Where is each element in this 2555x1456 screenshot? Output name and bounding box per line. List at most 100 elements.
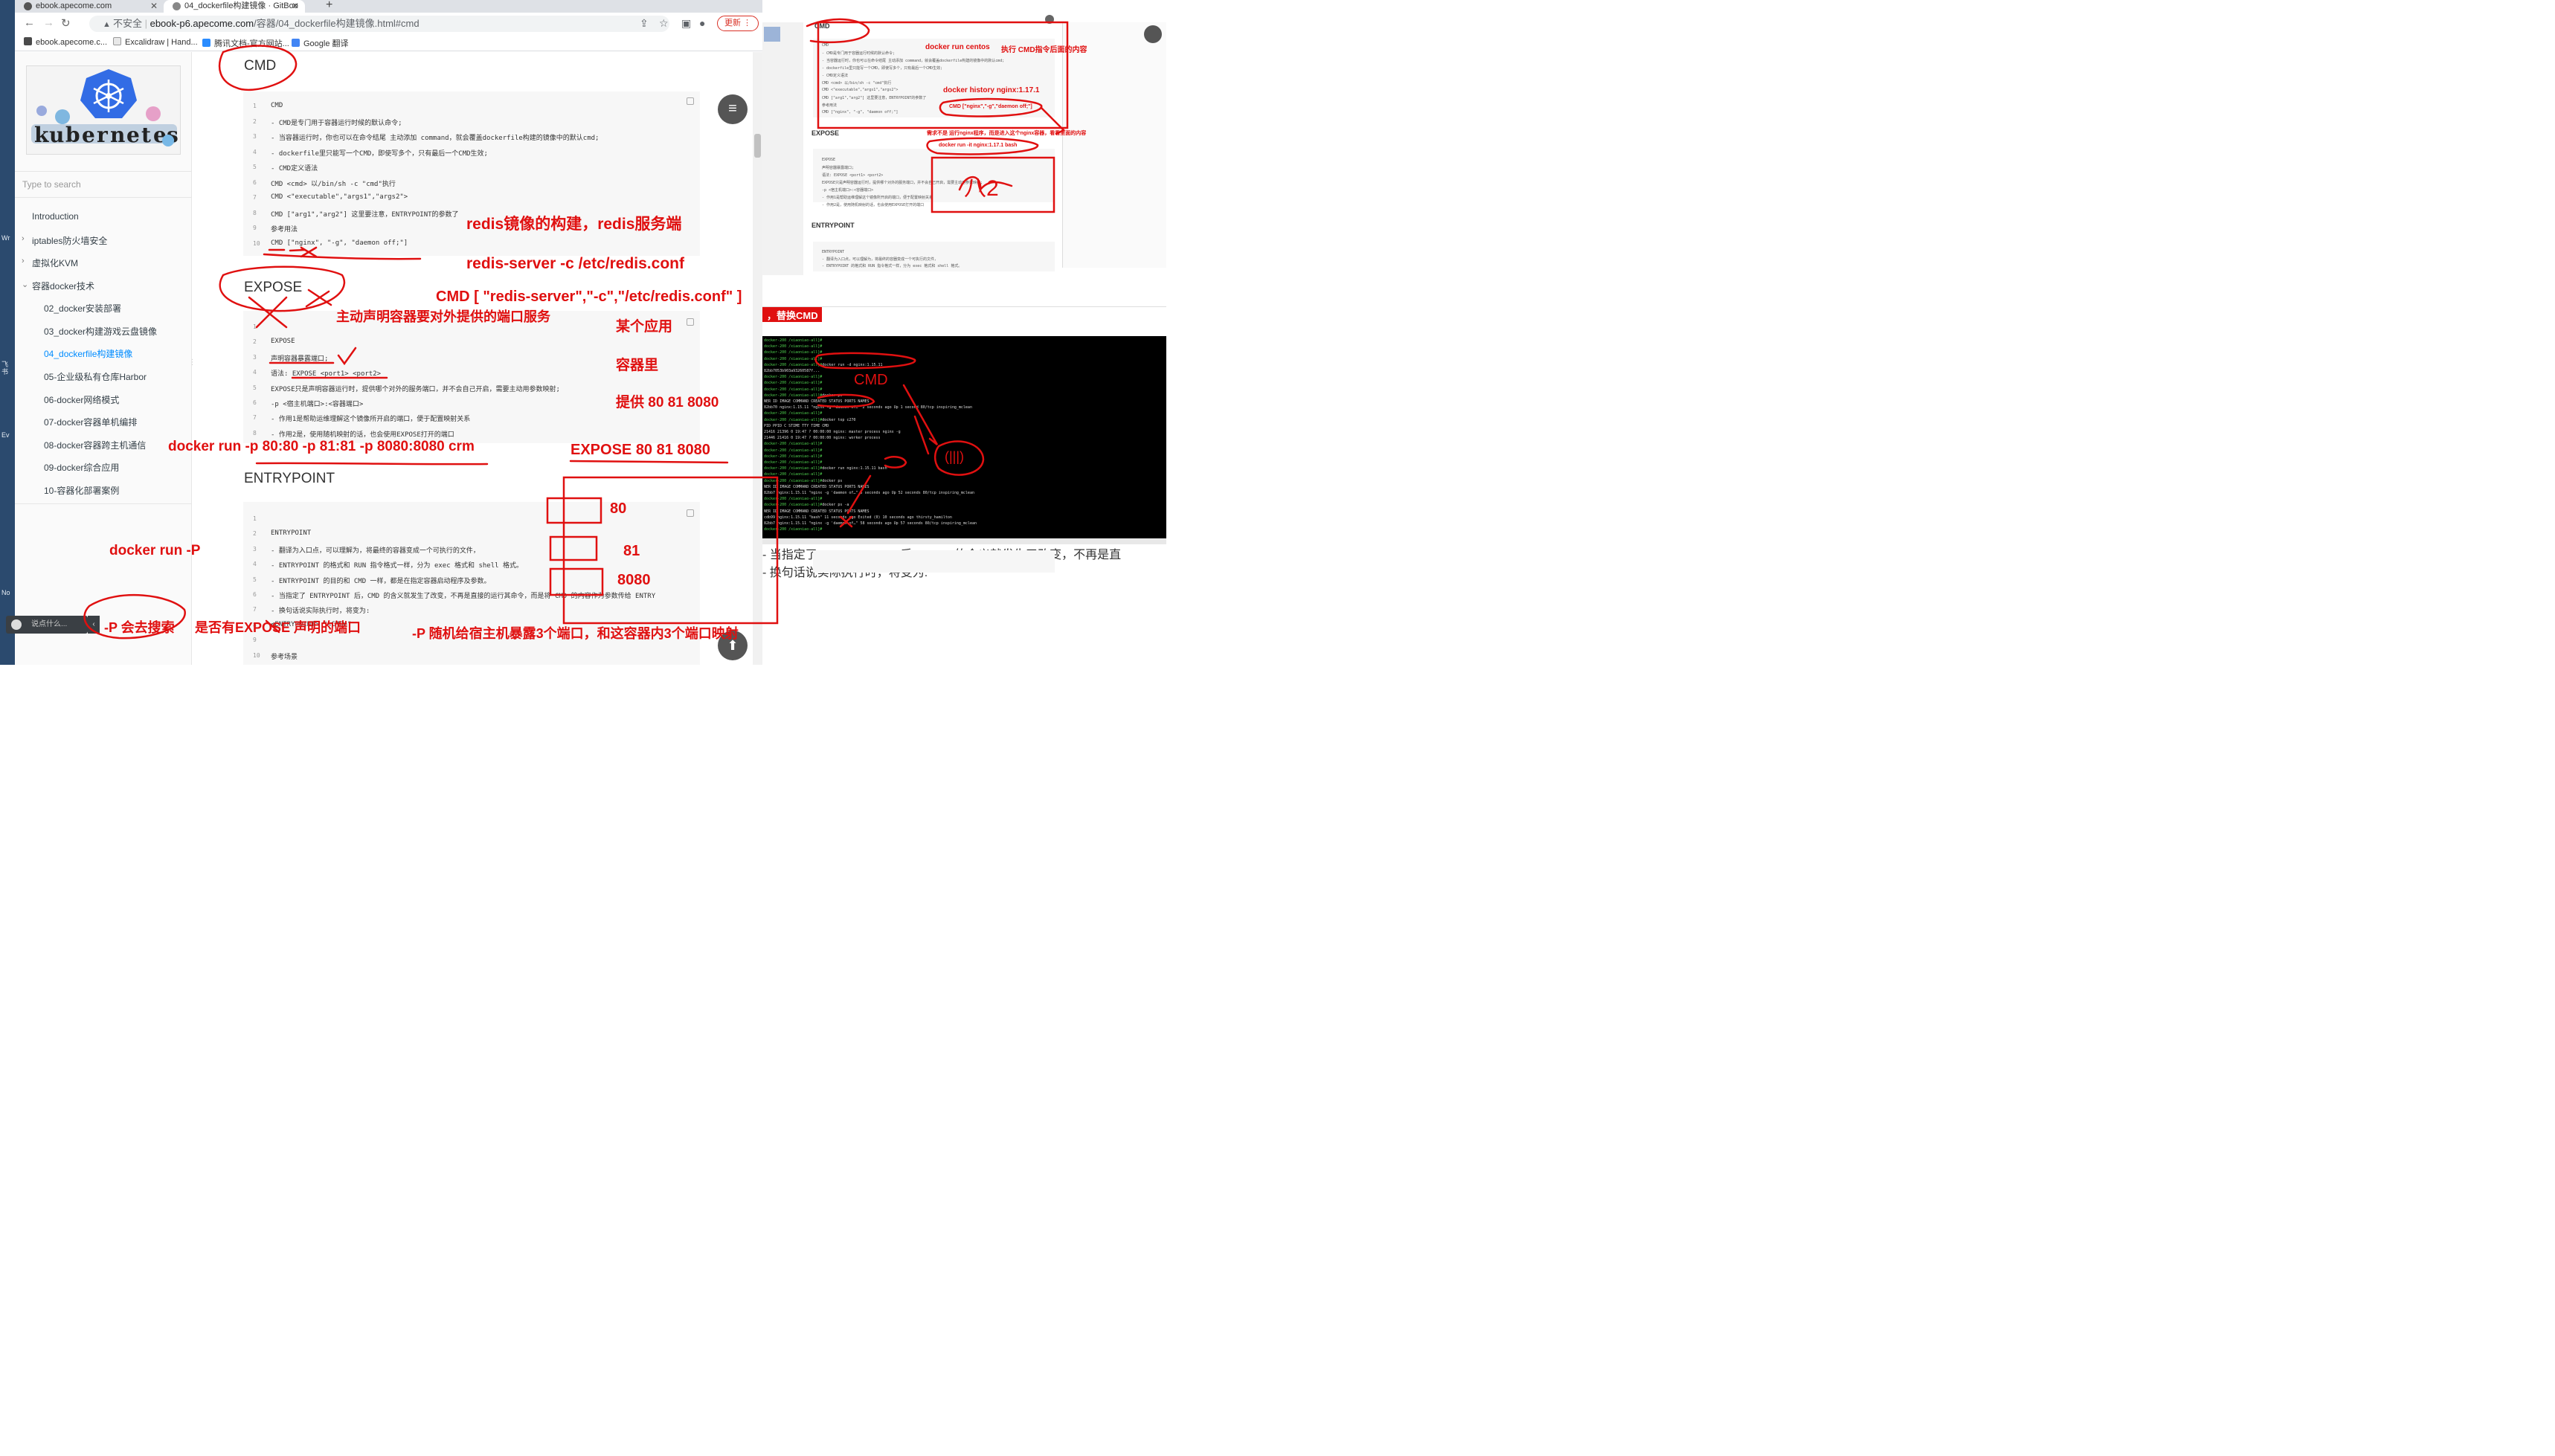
terminal-line: docker-200 /xiaoniao-all]#docker ps -a: [764, 503, 849, 508]
line-number: 5: [253, 576, 257, 583]
sidebar-item-harbor[interactable]: 05-企业级私有仓库Harbor: [44, 370, 147, 383]
sidebar-item-iptables[interactable]: › iptables防火墙安全: [22, 234, 107, 247]
desktop-label[interactable]: No: [1, 589, 13, 596]
bookmark-item[interactable]: ebook.apecome.c...: [24, 37, 107, 47]
annot-expose-ports: EXPOSE 80 81 8080: [571, 442, 710, 458]
code-line: EXPOSE: [271, 338, 295, 346]
right-doc-bottom: - 当指定了 ENTRYPOINT 后，CMD 的含义就发生了改变，不再是直- …: [762, 544, 1166, 671]
sidebar-item-kvm[interactable]: › 虚拟化KVM: [22, 257, 78, 269]
back-icon[interactable]: ←: [24, 16, 35, 29]
annot-in-container: 容器里: [616, 358, 659, 373]
code-line: ENTRYPOINT: [271, 529, 312, 538]
bookmarks-bar: ebook.apecome.c... Excalidraw | Hand... …: [15, 34, 762, 51]
reload-icon[interactable]: ↻: [61, 16, 71, 30]
terminal-line: docker-200 /xiaoniao-all]#: [764, 387, 823, 392]
terminal-line: docker-200 /xiaoniao-all]#: [764, 442, 823, 447]
sidebar-item-deploy-cases[interactable]: 10-容器化部署案例: [44, 484, 119, 497]
bookmark-item[interactable]: Excalidraw | Hand...: [113, 37, 198, 47]
terminal-line: docker-200 /xiaoniao-all]#docker top c27…: [764, 417, 856, 422]
url-domain: ebook-p6.apecome.com: [150, 18, 254, 29]
terminal-line: NER ID IMAGE COMMAND CREATED STATUS PORT…: [764, 484, 870, 489]
sidebar-item-introduction[interactable]: Introduction: [32, 211, 79, 222]
bookmark-item[interactable]: Google 翻译: [292, 37, 349, 49]
annot-r-scribble: 八2: [964, 176, 999, 201]
code-line: EXPOSE只是声明容器运行时，提供哪个对外的服务端口，并不会自己开启，需要主动…: [271, 385, 560, 393]
tab-title: 04_dockerfile构建镜像 · GitBoo: [184, 1, 298, 10]
copy-icon[interactable]: [687, 318, 694, 326]
annot-provide-ports: 提供 80 81 8080: [616, 395, 719, 410]
annot-some-app: 某个应用: [616, 319, 673, 335]
code-line: - ENTRYPOINT 的格式和 RUN 指令格式一样，分为 exec 格式和…: [271, 562, 523, 570]
desktop-label[interactable]: Ev: [1, 431, 13, 439]
line-number: 10: [253, 239, 260, 247]
sidebar-item-cross-host[interactable]: 08-docker容器跨主机通信: [44, 439, 146, 451]
scrollbar-thumb[interactable]: [754, 134, 761, 158]
terminal-line: docker-200 /xiaoniao-all]#: [764, 454, 823, 459]
line-number: 6: [253, 399, 257, 406]
mini-line: 声明容器暴露端口;: [822, 166, 855, 170]
tab-dockerfile[interactable]: 04_dockerfile构建镜像 · GitBoo ✕: [164, 0, 305, 13]
line-number: 7: [253, 194, 257, 201]
bookmark-star-icon[interactable]: ☆: [659, 17, 669, 30]
mini-line: CMD <cmd> 以/bin/sh -c "cmd"执行: [822, 81, 892, 86]
url-field[interactable]: ▲ 不安全 | ebook-p6.apecome.com/容器/04_docke…: [89, 16, 669, 32]
mini-code-bottom: [813, 550, 1055, 573]
sidebar-item-network[interactable]: 06-docker网络模式: [44, 393, 119, 406]
bookmark-item[interactable]: 腾讯文档-官方网站...: [202, 37, 289, 49]
sidebar-item-docker-install[interactable]: 02_docker安装部署: [44, 302, 121, 315]
menu-icon[interactable]: ≡: [718, 94, 748, 124]
line-number: 2: [253, 530, 257, 538]
line-number: 9: [253, 637, 257, 644]
heading-expose: EXPOSE: [244, 280, 303, 295]
forward-icon[interactable]: →: [43, 16, 54, 29]
line-number: 8: [253, 429, 257, 437]
copy-icon[interactable]: [687, 97, 694, 105]
terminal-line: docker-200 /xiaoniao-all]#: [764, 356, 823, 361]
mini-line: 语法: EXPOSE <port1> <port2>: [822, 173, 884, 178]
terminal-line: 82bb7 nginx:1.15.11 "nginx -g 'daemon of…: [764, 491, 974, 495]
close-icon[interactable]: ✕: [292, 0, 299, 12]
terminal-line: docker-200 /xiaoniao-all]#: [764, 344, 823, 349]
warning-icon: ▲: [103, 20, 113, 29]
svg-text:n: n: [110, 123, 125, 147]
sidebar-item-compose[interactable]: 07-docker容器单机编排: [44, 416, 137, 428]
desktop-label[interactable]: 飞书: [1, 361, 13, 376]
chevron-left-icon[interactable]: ‹: [88, 616, 100, 634]
sidebar-item-dockerfile[interactable]: 04_dockerfile构建镜像: [44, 347, 132, 360]
tab-bar: ebook.apecome.com ✕ 04_dockerfile构建镜像 · …: [15, 0, 762, 13]
svg-text:r: r: [97, 123, 109, 147]
mini-heading-expose: EXPOSE: [812, 129, 840, 137]
annot-r-cmd-nginx: CMD ["nginx","-g","daemon off;"]: [949, 104, 1032, 109]
chevron-down-icon[interactable]: ⌄: [22, 280, 28, 289]
terminal[interactable]: docker-200 /xiaoniao-all]# docker-200 /xi…: [762, 336, 1166, 538]
mic-icon[interactable]: [1144, 25, 1162, 43]
terminal-line: 21416 21396 0 19:47 ? 00:00:00 nginx: ma…: [764, 430, 901, 434]
update-button[interactable]: 更新 ⋮: [717, 16, 759, 31]
line-number: 6: [253, 178, 257, 186]
annot-r-need-run: 需求不是 运行nginx程序，而是进入这个nginx容器，看看里面的内容: [927, 131, 1087, 136]
line-number: 5: [253, 384, 257, 391]
desktop-label[interactable]: Wr: [1, 234, 13, 242]
chevron-right-icon[interactable]: ›: [22, 257, 25, 265]
tencent-docs-icon: [202, 39, 210, 47]
sidebar-item-docker-game[interactable]: 03_docker构建游戏云盘镜像: [44, 325, 157, 338]
sidebar-item-docker[interactable]: ⌄ 容器docker技术: [22, 280, 94, 292]
chat-input[interactable]: 说点什么... ‹: [6, 616, 100, 634]
code-line: 语法: EXPOSE <port1> <port2>: [271, 370, 382, 379]
sidepanel-icon[interactable]: ▣: [681, 17, 691, 30]
share-icon[interactable]: ⇪: [640, 17, 649, 30]
new-tab-button[interactable]: +: [326, 0, 332, 12]
tab-ebook[interactable]: ebook.apecome.com ✕: [15, 0, 164, 13]
annot-docker-run-P: docker run -P: [109, 543, 201, 558]
close-icon[interactable]: ✕: [150, 0, 158, 12]
sidebar-item-comprehensive[interactable]: 09-docker综合应用: [44, 461, 119, 474]
copy-icon[interactable]: [687, 509, 694, 517]
profile-icon[interactable]: ●: [699, 17, 705, 29]
chat-placeholder: 说点什么...: [31, 620, 68, 628]
search-input[interactable]: Type to search: [15, 171, 192, 198]
chevron-right-icon[interactable]: ›: [22, 234, 25, 243]
bookmark-label: ebook.apecome.c...: [36, 38, 108, 47]
line-number: 4: [253, 561, 257, 568]
svg-text:b: b: [65, 123, 80, 147]
terminal-line: PID PPID C STIME TTY TIME CMD: [764, 423, 829, 428]
